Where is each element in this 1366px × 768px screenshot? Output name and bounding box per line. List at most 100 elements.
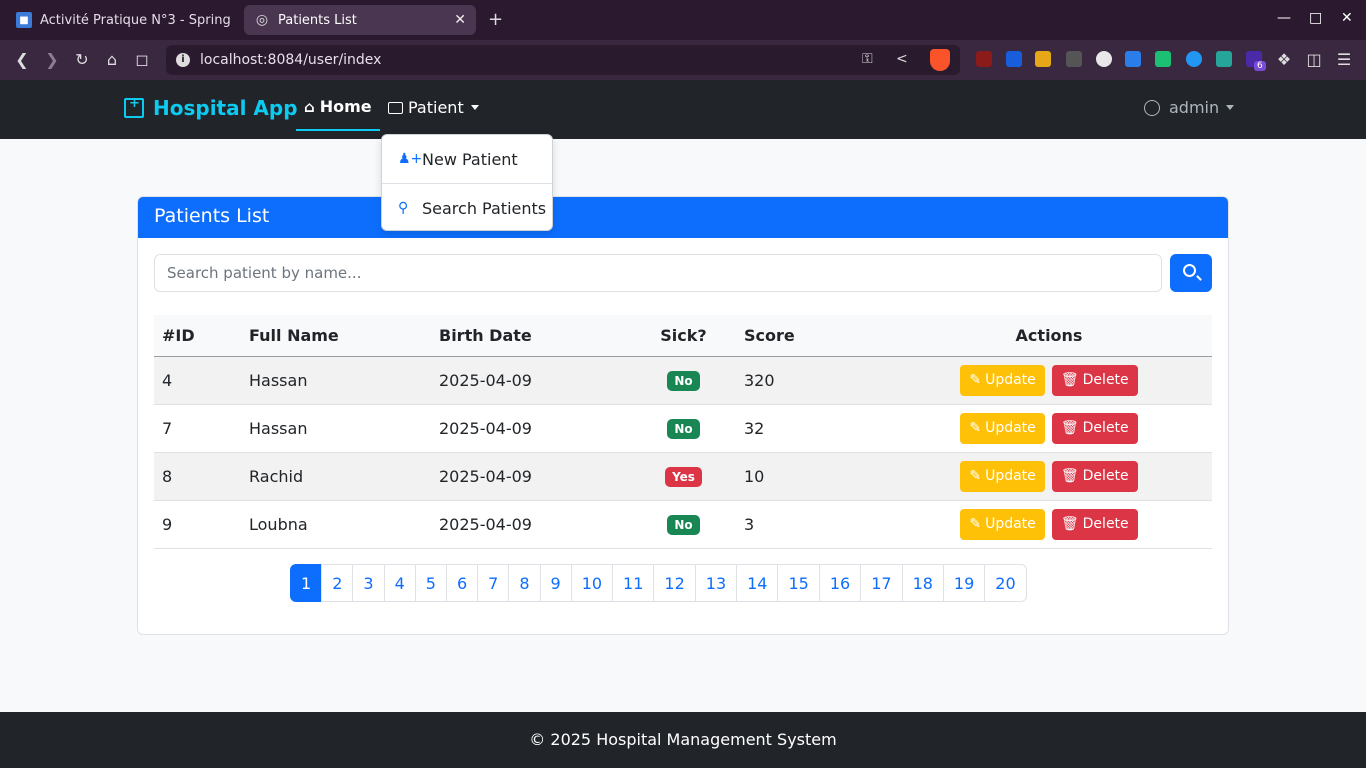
cell-name: Rachid [241, 452, 431, 501]
page-link-13[interactable]: 13 [694, 564, 738, 602]
bitwarden-icon[interactable] [1006, 51, 1022, 67]
extension-icon[interactable] [1066, 51, 1082, 67]
sick-badge: No [667, 514, 700, 535]
extension-icon[interactable] [1096, 51, 1112, 67]
delete-button[interactable]: 🗑 Delete [1051, 412, 1138, 444]
page-link-1[interactable]: 1 [290, 564, 323, 602]
page-link-20[interactable]: 20 [984, 564, 1027, 602]
delete-label: Delete [1082, 467, 1129, 484]
minimize-icon[interactable]: — [1277, 10, 1291, 26]
dropdown-item-new-patient[interactable]: ♟+ New Patient [382, 135, 552, 183]
key-icon[interactable]: ⚿ [862, 51, 873, 67]
url-text: localhost:8084/user/index [200, 52, 382, 68]
page-link-8[interactable]: 8 [508, 564, 541, 602]
page-link-7[interactable]: 7 [477, 564, 510, 602]
cell-score: 32 [736, 404, 886, 453]
pencil-icon: ✎ [969, 419, 982, 436]
browser-tab[interactable]: ■ Activité Pratique N°3 - Spring M [6, 5, 234, 35]
nav-patient-dropdown[interactable]: Patient [388, 84, 479, 131]
page-link-3[interactable]: 3 [352, 564, 385, 602]
page-link-19[interactable]: 19 [942, 564, 986, 602]
page-link-16[interactable]: 16 [818, 564, 862, 602]
pencil-icon: ✎ [969, 515, 982, 532]
trash-icon: 🗑 [1060, 371, 1079, 388]
caret-down-icon [470, 105, 479, 110]
pencil-icon: ✎ [969, 371, 982, 388]
update-button[interactable]: ✎ Update [960, 460, 1045, 492]
cell-sick: No [631, 356, 736, 405]
update-button[interactable]: ✎ Update [960, 364, 1045, 396]
search-button[interactable] [1170, 254, 1212, 292]
delete-button[interactable]: 🗑 Delete [1051, 508, 1138, 540]
cell-actions: ✎ Update 🗑 Delete [886, 500, 1212, 549]
extension-icon[interactable] [1186, 51, 1202, 67]
card-header: Patients List [138, 197, 1228, 238]
cell-name: Hassan [241, 404, 431, 453]
sick-badge: Yes [665, 466, 702, 487]
delete-button[interactable]: 🗑 Delete [1051, 460, 1138, 492]
extension-icon[interactable] [1125, 51, 1141, 67]
cell-id: 9 [154, 500, 241, 549]
extension-icon[interactable] [1216, 51, 1232, 67]
ublock-icon[interactable] [976, 51, 992, 67]
trash-icon: 🗑 [1060, 419, 1079, 436]
menu-icon[interactable]: ☰ [1334, 50, 1354, 69]
extension-icon[interactable] [1035, 51, 1051, 67]
page-link-18[interactable]: 18 [901, 564, 944, 602]
page-link-10[interactable]: 10 [570, 564, 614, 602]
footer: © 2025 Hospital Management System [0, 712, 1366, 768]
reload-icon[interactable]: ↻ [72, 50, 92, 69]
bookmark-icon[interactable]: ◻ [132, 50, 152, 69]
table-row: 7 Hassan 2025-04-09 No 32 ✎ Update 🗑 Delet… [154, 404, 1212, 453]
close-tab-icon[interactable]: ✕ [454, 12, 466, 28]
page-link-2[interactable]: 2 [321, 564, 354, 602]
patient-dropdown-menu: ♟+ New Patient ⚲ Search Patients [381, 134, 553, 231]
puzzle-icon[interactable]: ❖ [1274, 50, 1294, 69]
id-card-icon [388, 101, 403, 114]
address-bar[interactable]: i localhost:8084/user/index ⚿ < [166, 45, 960, 75]
update-button[interactable]: ✎ Update [960, 508, 1045, 540]
table-row: 4 Hassan 2025-04-09 No 320 ✎ Update 🗑 Dele… [154, 356, 1212, 405]
dropdown-item-search-patients[interactable]: ⚲ Search Patients [382, 184, 552, 232]
cell-name: Loubna [241, 500, 431, 549]
person-plus-icon: ♟+ [398, 151, 423, 167]
caret-down-icon [1226, 105, 1235, 110]
classroom-icon: ■ [16, 12, 32, 28]
page-link-5[interactable]: 5 [414, 564, 447, 602]
table-row: 8 Rachid 2025-04-09 Yes 10 ✎ Update 🗑 Dele… [154, 452, 1212, 501]
page-link-4[interactable]: 4 [383, 564, 416, 602]
maximize-icon[interactable]: □ [1309, 10, 1322, 26]
page-link-6[interactable]: 6 [445, 564, 479, 602]
trash-icon: 🗑 [1060, 515, 1079, 532]
delete-button[interactable]: 🗑 Delete [1051, 364, 1138, 396]
window-close-icon[interactable]: ✕ [1341, 10, 1353, 26]
page-link-14[interactable]: 14 [736, 564, 779, 602]
back-icon[interactable]: ❮ [12, 50, 32, 69]
page-link-12[interactable]: 12 [653, 564, 696, 602]
update-button[interactable]: ✎ Update [960, 412, 1045, 444]
search-input[interactable] [154, 254, 1162, 292]
sick-badge: No [667, 370, 700, 391]
page-link-15[interactable]: 15 [777, 564, 820, 602]
page-link-11[interactable]: 11 [612, 564, 655, 602]
user-name: admin [1169, 98, 1220, 117]
share-icon[interactable]: < [896, 51, 908, 67]
new-tab-icon[interactable]: + [488, 9, 503, 30]
sidebar-icon[interactable]: ◫ [1304, 50, 1324, 69]
brave-shield-icon[interactable] [930, 49, 950, 71]
cell-score: 320 [736, 356, 886, 405]
browser-tab-active[interactable]: ◎ Patients List ✕ [244, 5, 476, 35]
tab-title: Patients List [278, 12, 357, 28]
page-link-17[interactable]: 17 [860, 564, 903, 602]
extension-icon[interactable] [1155, 51, 1171, 67]
forward-icon[interactable]: ❯ [42, 50, 62, 69]
brand-link[interactable]: Hospital App [124, 96, 298, 120]
brand-text: Hospital App [153, 96, 298, 120]
user-menu[interactable]: admin [1144, 84, 1235, 131]
site-info-icon[interactable]: i [176, 53, 190, 67]
home-icon[interactable]: ⌂ [102, 50, 122, 69]
patients-card: Patients List #ID Full Name Birth Date S… [137, 196, 1229, 635]
nav-home[interactable]: ⌂ Home [296, 84, 380, 131]
page-link-9[interactable]: 9 [539, 564, 572, 602]
cell-score: 3 [736, 500, 886, 549]
